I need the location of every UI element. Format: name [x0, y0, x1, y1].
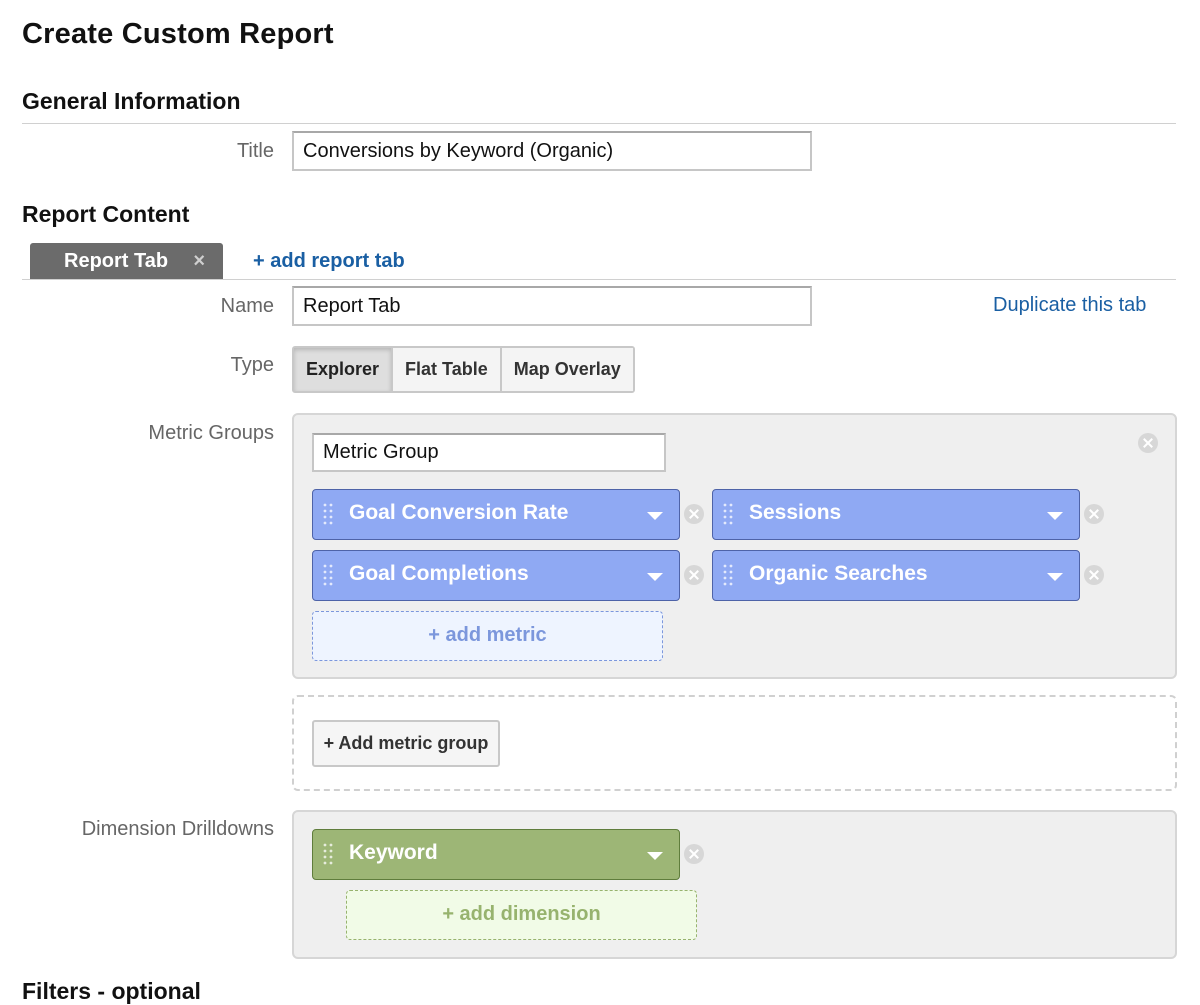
filters-heading: Filters - optional: [22, 978, 201, 1004]
tab-report-tab[interactable]: Report Tab ×: [30, 243, 223, 279]
metric-pill-label: Goal Conversion Rate: [349, 501, 569, 524]
caret-down-icon[interactable]: [647, 573, 663, 581]
metric-pill-goal-conversion-rate[interactable]: Goal Conversion Rate: [312, 489, 680, 540]
metric-pill-organic-searches[interactable]: Organic Searches: [712, 550, 1080, 601]
remove-metric-icon[interactable]: [1084, 565, 1104, 585]
general-information-heading: General Information: [22, 88, 241, 114]
title-input[interactable]: [292, 131, 812, 171]
duplicate-tab-link[interactable]: Duplicate this tab: [993, 294, 1146, 317]
tab-name-input[interactable]: [292, 286, 812, 326]
dimension-pill-label: Keyword: [349, 841, 438, 864]
grip-dots-icon[interactable]: [322, 842, 334, 866]
tab-bar-divider: [22, 279, 1176, 280]
add-metric-button[interactable]: + add metric: [312, 611, 663, 661]
dimension-drilldowns-panel: Keyword + add dimension: [292, 810, 1177, 959]
remove-metric-group-icon[interactable]: [1138, 433, 1158, 453]
grip-dots-icon[interactable]: [322, 502, 334, 526]
add-metric-group-button[interactable]: + Add metric group: [312, 720, 500, 767]
metric-groups-label: Metric Groups: [148, 422, 274, 444]
type-flat-table-button[interactable]: Flat Table: [393, 348, 502, 391]
remove-dimension-icon[interactable]: [684, 844, 704, 864]
dimension-drilldowns-label: Dimension Drilldowns: [81, 818, 274, 840]
remove-metric-icon[interactable]: [684, 504, 704, 524]
caret-down-icon[interactable]: [647, 852, 663, 860]
metric-pill-goal-completions[interactable]: Goal Completions: [312, 550, 680, 601]
add-metric-group-area: + Add metric group: [292, 695, 1177, 791]
report-content-heading: Report Content: [22, 201, 190, 227]
name-label: Name: [220, 295, 274, 317]
grip-dots-icon[interactable]: [722, 563, 734, 587]
page-title: Create Custom Report: [22, 18, 334, 50]
tab-label: Report Tab: [64, 250, 169, 272]
metric-group-panel: Goal Conversion Rate Sessions Goal Comp: [292, 413, 1177, 679]
close-icon[interactable]: ×: [193, 250, 205, 273]
remove-metric-icon[interactable]: [1084, 504, 1104, 524]
metric-group-name-input[interactable]: [312, 433, 666, 472]
grip-dots-icon[interactable]: [322, 563, 334, 587]
type-label: Type: [230, 354, 274, 376]
section-divider: [22, 123, 1176, 124]
metric-pill-label: Organic Searches: [749, 562, 928, 585]
metric-pill-label: Sessions: [749, 501, 842, 524]
title-label: Title: [236, 140, 274, 162]
caret-down-icon[interactable]: [1047, 512, 1063, 520]
caret-down-icon[interactable]: [1047, 573, 1063, 581]
type-map-overlay-button[interactable]: Map Overlay: [501, 348, 633, 391]
metric-pill-label: Goal Completions: [349, 562, 529, 585]
add-dimension-button[interactable]: + add dimension: [346, 890, 697, 940]
remove-metric-icon[interactable]: [684, 565, 704, 585]
add-report-tab-link[interactable]: + add report tab: [253, 250, 405, 273]
grip-dots-icon[interactable]: [722, 502, 734, 526]
dimension-pill-keyword[interactable]: Keyword: [312, 829, 680, 880]
caret-down-icon[interactable]: [647, 512, 663, 520]
metric-pill-sessions[interactable]: Sessions: [712, 489, 1080, 540]
report-type-selector: Explorer Flat Table Map Overlay: [292, 346, 635, 393]
type-explorer-button[interactable]: Explorer: [294, 348, 394, 391]
